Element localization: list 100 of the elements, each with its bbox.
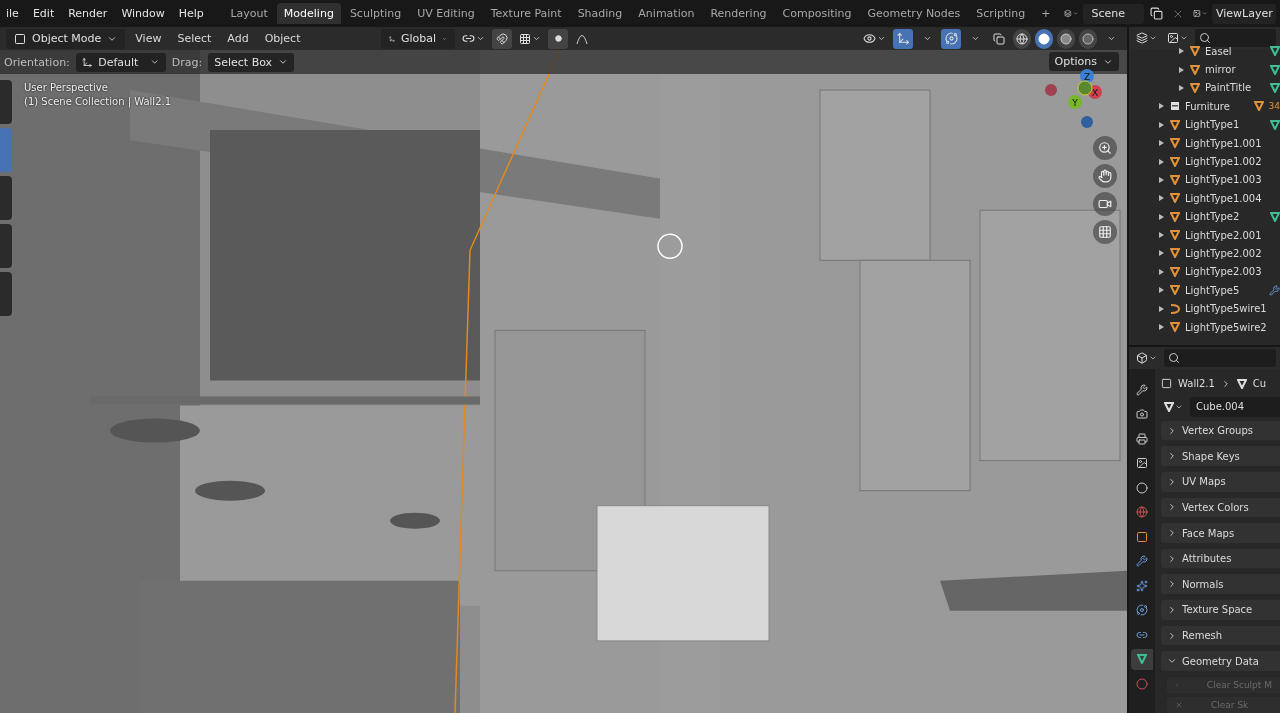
expand-arrow-icon[interactable] <box>1159 250 1165 257</box>
search-field[interactable] <box>1164 349 1276 367</box>
outliner-item[interactable]: PaintTitle <box>1129 78 1280 98</box>
menu-item[interactable]: Help <box>172 4 210 23</box>
workspace-tab[interactable]: Scripting <box>969 3 1033 24</box>
zoom-button[interactable] <box>1093 136 1117 160</box>
outliner-item[interactable]: LightType1.004 <box>1129 189 1280 208</box>
search-icon <box>1199 32 1211 44</box>
panel-header[interactable]: Remesh <box>1161 625 1280 646</box>
workspace-tab[interactable]: Compositing <box>775 3 859 24</box>
shading-mode-button[interactable] <box>1013 28 1031 49</box>
panel-header[interactable]: Normals <box>1161 574 1280 595</box>
outliner-item[interactable]: LightType1 <box>1129 115 1280 134</box>
drag-dropdown[interactable]: Select Box <box>208 52 295 72</box>
gizmo-icon <box>896 32 910 45</box>
outliner-item[interactable]: LightType2.001 <box>1129 225 1280 245</box>
header-menu-item[interactable]: Add <box>221 30 255 47</box>
panel-header[interactable]: Shape Keys <box>1161 446 1280 467</box>
menu-item[interactable]: Render <box>62 4 114 23</box>
workspace-tab[interactable]: Layout <box>223 3 275 24</box>
expand-arrow-icon[interactable] <box>1179 84 1185 91</box>
camera-view-button[interactable] <box>1093 192 1117 216</box>
mesh-data-icon <box>1270 64 1280 75</box>
shading-mode-button[interactable] <box>1057 28 1075 49</box>
pan-button[interactable] <box>1093 164 1117 188</box>
search-field[interactable] <box>1195 29 1276 47</box>
gizmo-toggle[interactable] <box>893 28 913 49</box>
workspace-tab[interactable]: Shading <box>570 3 630 24</box>
outliner-item[interactable]: LightType5wire2 <box>1129 317 1280 337</box>
caret-icon <box>476 34 485 43</box>
expand-arrow-icon[interactable] <box>1159 287 1165 294</box>
menu-item[interactable]: Window <box>115 4 171 23</box>
panel-header[interactable]: Geometry Data <box>1161 651 1280 671</box>
outliner-item[interactable]: Furniture 34 <box>1129 97 1280 116</box>
panel-header[interactable]: Face Maps <box>1161 523 1280 543</box>
expand-arrow-icon[interactable] <box>1159 305 1165 312</box>
workspace-tab[interactable]: Animation <box>631 3 702 24</box>
snap-toggle[interactable] <box>492 28 512 49</box>
expand-arrow-icon[interactable] <box>1159 232 1165 239</box>
mesh-data-icon <box>1270 211 1280 222</box>
scene-name-field[interactable]: Scene <box>1083 3 1144 24</box>
caret-icon <box>532 34 541 43</box>
panel-header[interactable]: Vertex Colors <box>1161 497 1280 518</box>
mode-dropdown[interactable]: Object Mode <box>6 28 126 49</box>
expand-arrow-icon[interactable] <box>1179 66 1185 73</box>
outliner-item[interactable]: Easel <box>1129 42 1280 61</box>
expand-arrow-icon[interactable] <box>1159 324 1165 331</box>
outliner-item[interactable]: mirror <box>1129 60 1280 79</box>
workspace-tab[interactable]: UV Editing <box>410 3 482 24</box>
scene-icon <box>1136 481 1148 494</box>
view-layer-field[interactable]: ViewLayer <box>1212 3 1276 24</box>
add-workspace-button[interactable]: + <box>1034 3 1058 24</box>
projection-button[interactable] <box>1093 220 1117 244</box>
caret-icon <box>1180 34 1188 42</box>
panel-header[interactable]: Attributes <box>1161 548 1280 569</box>
expand-arrow-icon[interactable] <box>1159 176 1165 183</box>
header-menu-item[interactable]: Select <box>171 30 218 47</box>
outliner-item[interactable]: LightType5wire1 <box>1129 299 1280 318</box>
menu-item[interactable]: Edit <box>26 4 61 23</box>
outliner-item[interactable]: LightType1.003 <box>1129 170 1280 190</box>
properties-tab[interactable] <box>1131 648 1153 670</box>
wrench-icon <box>1269 284 1280 296</box>
outliner-item[interactable]: LightType1.002 <box>1129 152 1280 171</box>
orientation-dropdown[interactable]: Default <box>75 52 166 72</box>
expand-arrow-icon[interactable] <box>1159 103 1165 110</box>
expand-arrow-icon[interactable] <box>1159 268 1165 275</box>
mesh-data-icon <box>1270 46 1280 57</box>
outliner-item[interactable]: LightType2 <box>1129 207 1280 226</box>
outliner-item[interactable]: LightType5 <box>1129 281 1280 300</box>
workspace-tab[interactable]: Texture Paint <box>483 3 569 24</box>
workspace-tab[interactable]: Sculpting <box>342 3 409 24</box>
workspace-tab[interactable]: Rendering <box>703 3 774 24</box>
header-menu-item[interactable]: Object <box>258 30 307 47</box>
mesh-data-icon <box>1270 119 1280 130</box>
workspace-tab[interactable]: Geometry Nodes <box>860 3 968 24</box>
solid-sphere-icon <box>1038 32 1050 45</box>
expand-arrow-icon[interactable] <box>1159 158 1165 165</box>
outliner-item[interactable]: LightType1.001 <box>1129 133 1280 153</box>
outliner-item[interactable]: LightType2.003 <box>1129 262 1280 282</box>
expand-arrow-icon[interactable] <box>1159 121 1165 128</box>
expand-arrow-icon[interactable] <box>1179 48 1185 55</box>
overlay-toggle[interactable] <box>941 28 961 49</box>
expand-arrow-icon[interactable] <box>1159 213 1165 220</box>
expand-arrow-icon[interactable] <box>1159 195 1165 202</box>
options-dropdown[interactable]: Options <box>1048 52 1119 71</box>
mesh-data-icon <box>1270 82 1280 93</box>
panel-header[interactable]: Texture Space <box>1161 600 1280 620</box>
header-menu-item[interactable]: View <box>129 30 168 47</box>
link-icon <box>462 32 475 45</box>
workspace-tab[interactable]: Modeling <box>276 3 341 24</box>
menu-item[interactable]: ile <box>0 4 25 23</box>
shading-mode-button[interactable] <box>1035 28 1053 49</box>
orientation-dropdown[interactable]: Global <box>381 28 455 49</box>
panel-header[interactable]: Vertex Groups <box>1161 420 1280 441</box>
mesh-name-field[interactable]: Cube.004 <box>1190 396 1280 417</box>
proportional-toggle[interactable] <box>548 28 568 49</box>
expand-arrow-icon[interactable] <box>1159 140 1165 147</box>
outliner-item[interactable]: LightType2.002 <box>1129 244 1280 263</box>
panel-header[interactable]: UV Maps <box>1161 472 1280 492</box>
grid-icon <box>1098 225 1112 239</box>
